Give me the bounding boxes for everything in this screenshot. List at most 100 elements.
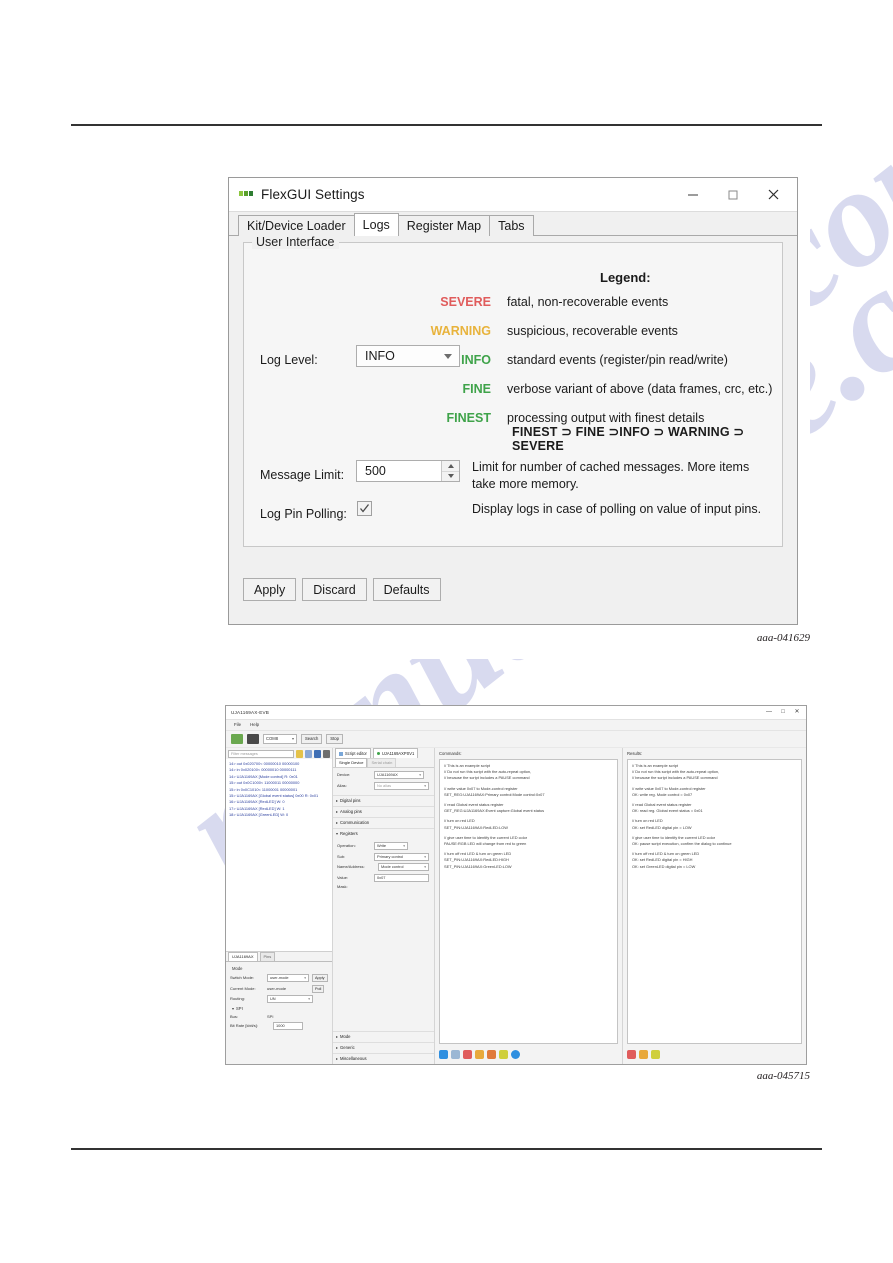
ide-titlebar: UJA1169AX-EVB — □ ✕ (226, 706, 806, 720)
log-filter-input[interactable]: Filter messages (228, 749, 294, 758)
tab-uja1169axpsv1[interactable]: UJA1169AXPSV1 (372, 748, 419, 758)
log-level-select[interactable]: INFO (356, 345, 460, 367)
apply-button[interactable]: Apply (243, 578, 297, 601)
ide-body: Filter messages 14> out 0x020700< 000000… (226, 748, 806, 1064)
operation-select[interactable]: Write ▾ (374, 842, 408, 850)
accordion-miscellaneous[interactable]: ▸ Miscellaneous (333, 1053, 434, 1064)
spi-bitrate-input[interactable]: 1000 (273, 1022, 303, 1030)
stepper-buttons[interactable] (441, 461, 459, 481)
clear-icon[interactable] (651, 1049, 660, 1059)
spi-section-title[interactable]: ▾ SPI (232, 1006, 328, 1012)
maximize-button[interactable] (713, 179, 753, 210)
spi-bitrate-label: Bit Rate [kbit/s]: (230, 1023, 259, 1028)
stepper-down-button[interactable] (442, 472, 459, 482)
open-folder-icon[interactable] (639, 1049, 648, 1059)
log-message-list[interactable]: 14> out 0x020700< 00000010 00000100 14> … (226, 759, 332, 951)
ide-menubar: File Help (226, 720, 806, 731)
stop-button[interactable]: Stop (326, 734, 343, 744)
switch-mode-label: Switch Mode: (230, 975, 255, 980)
switch-mode-row: Switch Mode: user-mode ▾ Apply (230, 974, 328, 982)
tab-kit-device-loader[interactable]: Kit/Device Loader (238, 215, 355, 236)
port-select[interactable]: COM8 ▾ (263, 734, 297, 744)
columns-icon[interactable] (305, 749, 312, 758)
accordion-digital-pins[interactable]: ▸ Digital pins (333, 795, 434, 806)
connect-icon[interactable] (231, 734, 243, 744)
switch-mode-select[interactable]: user-mode ▾ (267, 974, 309, 982)
script-device-form: Device: UJA1169AX ▾ Alias: No alias ▾ (333, 768, 434, 795)
accordion-registers[interactable]: ▾ Registers (333, 828, 434, 839)
commands-toolbar (439, 1044, 618, 1061)
close-icon[interactable] (753, 179, 793, 210)
pin-icon[interactable] (323, 749, 330, 758)
accordion-communication[interactable]: ▸ Communication (333, 817, 434, 828)
settings-tabstrip: Kit/Device Loader Logs Register Map Tabs (229, 212, 797, 236)
device-select[interactable]: UJA1169AX ▾ (374, 771, 424, 779)
spi-bus-row: Bus: SPI (230, 1014, 328, 1020)
ide-close-icon[interactable]: ✕ (790, 706, 804, 719)
alias-select[interactable]: No alias ▾ (374, 781, 429, 790)
clear-icon[interactable] (499, 1049, 508, 1059)
commands-caption: Commands: (439, 751, 462, 756)
subtab-single-device[interactable]: Single Device (335, 758, 368, 767)
tab-uja1169ax[interactable]: UJA1169AX (228, 952, 258, 961)
legend-desc-info: standard events (register/pin read/write… (507, 353, 728, 367)
defaults-button[interactable]: Defaults (372, 578, 441, 601)
mask-label: Mask: (337, 884, 348, 889)
legend-row: INFO standard events (register/pin read/… (419, 353, 774, 369)
accordion-mode[interactable]: ▸ Mode (333, 1031, 434, 1042)
alias-label: Alias: (337, 782, 347, 788)
minimize-button[interactable] (673, 179, 713, 210)
tab-logs[interactable]: Logs (353, 213, 399, 236)
routing-select[interactable]: UN ▾ (267, 995, 313, 1003)
accordion-digital-pins-label: Digital pins (340, 798, 361, 803)
search-button[interactable]: Search (301, 734, 323, 744)
ide-window-title: UJA1169AX-EVB (231, 709, 270, 715)
spi-bus-value: SPI (267, 1013, 274, 1019)
device-panel-body: Mode Switch Mode: user-mode ▾ Apply Curre… (226, 961, 332, 1064)
discard-button[interactable]: Discard (302, 578, 367, 601)
subtab-serial-chain[interactable]: Serial chain (367, 758, 397, 767)
value-input[interactable]: 0x07 (374, 873, 429, 882)
chevron-right-icon: ▸ (336, 798, 339, 803)
message-limit-value[interactable]: 500 (357, 461, 441, 481)
message-limit-stepper[interactable]: 500 (356, 460, 460, 482)
tab-pins[interactable]: Pins (259, 952, 276, 961)
poll-mode-button[interactable]: Poll (312, 984, 325, 993)
save-icon[interactable] (463, 1049, 472, 1059)
apply-mode-button[interactable]: Apply (312, 974, 328, 982)
info-icon[interactable] (511, 1049, 520, 1059)
log-pin-polling-hint: Display logs in case of polling on value… (472, 502, 762, 516)
log-pin-polling-checkbox[interactable] (357, 501, 372, 516)
tab-register-map[interactable]: Register Map (397, 215, 491, 236)
figure-id-1: aaa-041629 (756, 632, 810, 644)
open-folder-icon[interactable] (475, 1049, 484, 1059)
device-row: Device: UJA1169AX ▾ (337, 771, 430, 779)
sub-select[interactable]: Primary control ▾ (374, 852, 429, 861)
commands-editor[interactable]: // This is an example script // Do not r… (439, 759, 618, 1044)
run-icon[interactable] (439, 1049, 448, 1059)
tab-tabs[interactable]: Tabs (489, 215, 534, 236)
log-filter-row: Filter messages (226, 748, 332, 759)
results-output[interactable]: // This is an example script // Do not r… (627, 759, 802, 1044)
ide-maximize-button[interactable]: □ (776, 706, 790, 719)
ide-minimize-button[interactable]: — (762, 706, 776, 719)
log-level-value: INFO (365, 349, 395, 363)
legend-hierarchy-chain: FINEST ⊃ FINE ⊃INFO ⊃ WARNING ⊃ SEVERE (512, 425, 745, 453)
menu-help[interactable]: Help (250, 722, 259, 728)
accordion-analog-pins[interactable]: ▸ Analog pins (333, 806, 434, 817)
highlight-icon[interactable] (296, 749, 303, 758)
accordion-mode-label: Mode (340, 1034, 351, 1039)
stepper-up-button[interactable] (442, 461, 459, 472)
export-icon[interactable] (487, 1049, 496, 1059)
legend-row: WARNING suspicious, recoverable events (419, 324, 774, 340)
triangle-up-icon (447, 463, 454, 468)
menu-file[interactable]: File (234, 722, 241, 728)
terminal-icon[interactable] (451, 1049, 460, 1059)
log-level-label: Log Level: (260, 353, 318, 367)
tab-script-editor[interactable]: Script editor (335, 748, 371, 758)
save-log-icon[interactable] (314, 749, 321, 758)
routing-row: Routing: UN ▾ (230, 995, 328, 1003)
save-icon[interactable] (627, 1049, 636, 1059)
accordion-generic[interactable]: ▸ Generic (333, 1042, 434, 1053)
name-address-select[interactable]: Mode control ▾ (378, 863, 429, 871)
